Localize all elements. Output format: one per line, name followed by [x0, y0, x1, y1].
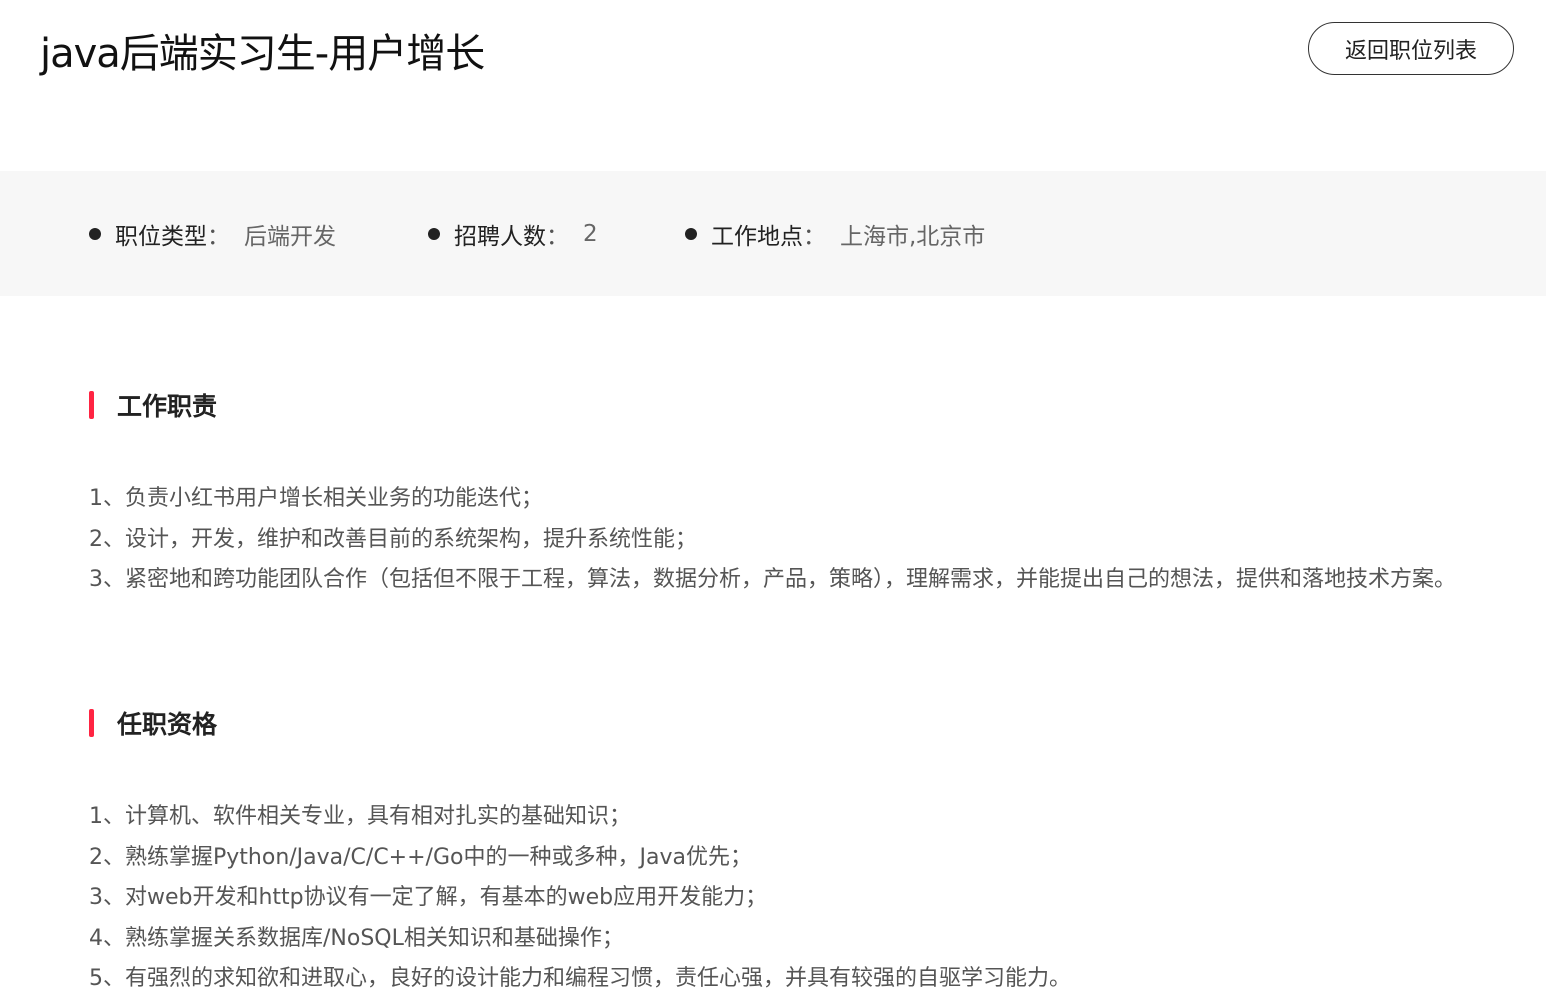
- section-accent-bar: [89, 709, 94, 737]
- list-item: 1、负责小红书用户增长相关业务的功能迭代；: [89, 486, 543, 511]
- list-item: 3、紧密地和跨功能团队合作（包括但不限于工程，算法，数据分析，产品，策略），理解…: [89, 567, 1457, 592]
- list-item: 5、有强烈的求知欲和进取心，良好的设计能力和编程习惯，责任心强，并具有较强的自驱…: [89, 966, 1072, 991]
- list-item: 2、熟练掌握Python/Java/C/C++/Go中的一种或多种，Java优先…: [89, 844, 752, 870]
- meta-value-location: 上海市,北京市: [840, 223, 986, 250]
- responsibilities-section: 工作职责 1、负责小红书用户增长相关业务的功能迭代； 2、设计，开发，维护和改善…: [89, 385, 1469, 601]
- section-title: 工作职责: [117, 392, 218, 421]
- section-header: 任职资格: [89, 703, 1469, 743]
- meta-item-location: 工作地点 ： 上海市,北京市: [685, 171, 985, 296]
- back-to-list-button[interactable]: 返回职位列表: [1308, 22, 1514, 75]
- list-item: 2、设计，开发，维护和改善目前的系统架构，提升系统性能；: [89, 526, 697, 552]
- meta-label: 职位类型: [115, 223, 207, 250]
- bullet-icon: [89, 227, 101, 240]
- meta-item-headcount: 招聘人数 ： 2: [428, 171, 598, 296]
- list-item: 1、计算机、软件相关专业，具有相对扎实的基础知识；: [89, 804, 631, 829]
- list-item: 3、对web开发和http协议有一定了解，有基本的web应用开发能力；: [89, 885, 768, 910]
- meta-item-category: 职位类型 ： 后端开发: [89, 171, 336, 296]
- section-header: 工作职责: [89, 385, 1469, 425]
- meta-value-headcount: 2: [583, 220, 598, 247]
- responsibilities-list: 1、负责小红书用户增长相关业务的功能迭代； 2、设计，开发，维护和改善目前的系统…: [89, 479, 1469, 601]
- job-title: java后端实习生-用户增长: [40, 31, 485, 77]
- meta-separator: ：: [546, 223, 569, 250]
- bullet-icon: [685, 227, 697, 240]
- bullet-icon: [428, 227, 440, 240]
- meta-value-category: 后端开发: [244, 223, 336, 250]
- section-accent-bar: [89, 391, 94, 419]
- section-title: 任职资格: [117, 710, 218, 739]
- requirements-section: 任职资格 1、计算机、软件相关专业，具有相对扎实的基础知识； 2、熟练掌握Pyt…: [89, 703, 1469, 1000]
- meta-separator: ：: [207, 223, 230, 250]
- requirements-list: 1、计算机、软件相关专业，具有相对扎实的基础知识； 2、熟练掌握Python/J…: [89, 797, 1469, 1000]
- job-meta-bar: 职位类型 ： 后端开发 招聘人数 ： 2 工作地点 ： 上海市,北京市: [0, 171, 1546, 296]
- job-detail-page: java后端实习生-用户增长 返回职位列表 职位类型 ： 后端开发 招聘人数 ：…: [0, 0, 1546, 1008]
- list-item: 4、熟练掌握关系数据库/NoSQL相关知识和基础操作；: [89, 925, 624, 951]
- meta-separator: ：: [803, 223, 826, 250]
- job-header: java后端实习生-用户增长 返回职位列表: [0, 0, 1546, 170]
- meta-label: 招聘人数: [454, 223, 546, 250]
- meta-label: 工作地点: [711, 223, 803, 250]
